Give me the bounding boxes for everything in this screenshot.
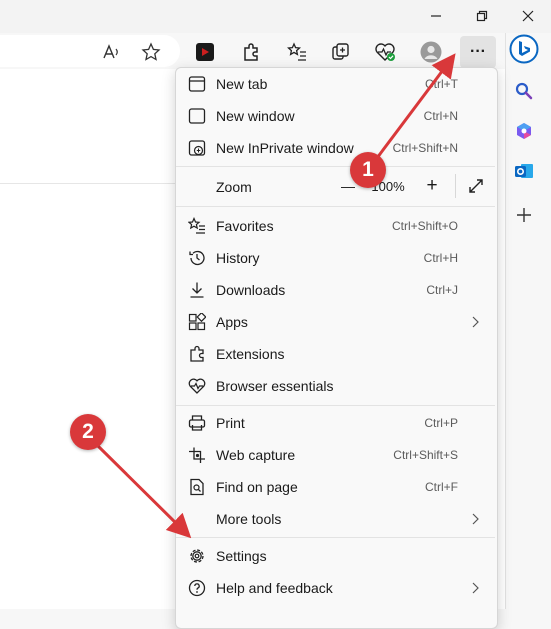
annotation-badge-2: 2 (70, 414, 106, 450)
annotation-arrows (96, 53, 456, 539)
annotation-badge-1: 1 (350, 152, 386, 188)
